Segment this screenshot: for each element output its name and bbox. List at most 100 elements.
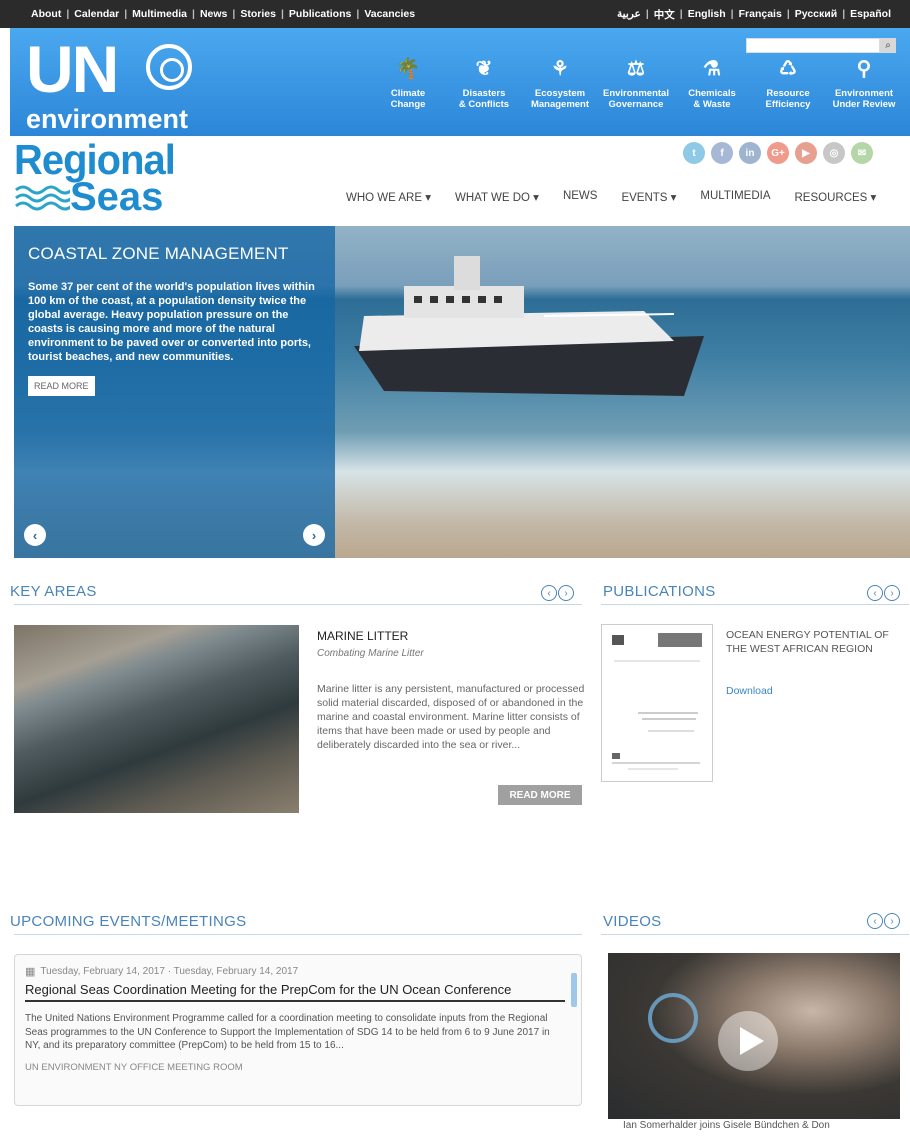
theme-disasters-conflicts[interactable]: ❦ Disasters & Conflicts (446, 56, 522, 110)
marine-litter-image[interactable] (14, 625, 299, 813)
key-areas-prev-icon[interactable]: ‹ (541, 585, 557, 601)
search-input[interactable] (746, 38, 880, 53)
event-scrollbar[interactable] (571, 973, 577, 1007)
hero-ship-image (354, 256, 704, 396)
theme-label: Chemicals (688, 88, 736, 99)
theme-label: Environment (834, 88, 894, 99)
publications-prev-icon[interactable]: ‹ (867, 585, 883, 601)
theme-chemicals-waste[interactable]: ⚗ Chemicals & Waste (674, 56, 750, 110)
hands-icon: ❦ (475, 58, 493, 80)
site-search: ⌕ (746, 38, 896, 53)
video-thumbnail[interactable] (608, 953, 900, 1119)
lang-arabic[interactable]: عربية (612, 8, 646, 20)
theme-resource-efficiency[interactable]: ♺ Resource Efficiency (750, 56, 826, 110)
hero-slider: COASTAL ZONE MANAGEMENT Some 37 per cent… (14, 226, 910, 558)
nav-multimedia[interactable]: MULTIMEDIA (700, 190, 770, 204)
theme-environmental-governance[interactable]: ⚖ Environmental Governance (598, 56, 674, 110)
theme-label: Resource (766, 88, 810, 99)
main-nav: WHO WE ARE ▾ WHAT WE DO ▾ NEWS EVENTS ▾ … (346, 190, 900, 204)
un-emblem-icon (648, 993, 698, 1043)
lang-english[interactable]: English (683, 8, 731, 20)
publication-download-link[interactable]: Download (726, 685, 773, 697)
videos-prev-icon[interactable]: ‹ (867, 913, 883, 929)
google-plus-icon[interactable]: G+ (767, 142, 789, 164)
event-date-text: Tuesday, February 14, 2017 · Tuesday, Fe… (40, 966, 299, 977)
social-links: t f in G+ ▶ ◎ ✉ (683, 142, 873, 164)
key-areas-heading: KEY AREAS (10, 583, 97, 600)
theme-label: & Waste (693, 99, 731, 110)
theme-label: Environmental (603, 88, 669, 99)
theme-label: Climate (390, 88, 426, 99)
event-location: UN ENVIRONMENT NY OFFICE MEETING ROOM (25, 1061, 243, 1073)
nav-events[interactable]: EVENTS ▾ (621, 190, 676, 204)
key-area-text: Marine litter is any persistent, manufac… (317, 683, 585, 751)
youtube-icon[interactable]: ▶ (795, 142, 817, 164)
lang-chinese[interactable]: 中文 (649, 7, 680, 22)
publications-next-icon[interactable]: › (884, 585, 900, 601)
top-nav-vacancies[interactable]: Vacancies (359, 8, 420, 20)
instagram-icon[interactable]: ◎ (823, 142, 845, 164)
top-nav-publications[interactable]: Publications (284, 8, 356, 20)
video-caption[interactable]: Ian Somerhalder joins Gisele Bündchen & … (623, 1120, 830, 1131)
top-nav-calendar[interactable]: Calendar (69, 8, 124, 20)
hero-read-more-button[interactable]: READ MORE (28, 376, 95, 396)
top-nav-about[interactable]: About (26, 8, 66, 20)
hero-text: Some 37 per cent of the world's populati… (28, 281, 315, 363)
publication-title[interactable]: OCEAN ENERGY POTENTIAL OF THE WEST AFRIC… (726, 628, 896, 656)
event-title[interactable]: Regional Seas Coordination Meeting for t… (25, 981, 565, 1002)
lang-russian[interactable]: Русский (790, 8, 842, 20)
theme-label: Ecosystem (534, 88, 586, 99)
top-nav: About | Calendar | Multimedia | News | Stori… (26, 8, 420, 20)
top-nav-stories[interactable]: Stories (235, 8, 281, 20)
hero-prev-arrow-icon[interactable]: ‹ (24, 524, 46, 546)
divider (14, 934, 582, 935)
nav-news[interactable]: NEWS (563, 190, 598, 204)
publication-cover-graphic (612, 633, 702, 770)
event-date: ▦ Tuesday, February 14, 2017 · Tuesday, … (25, 965, 571, 978)
theme-label: Disasters (462, 88, 506, 99)
palm-tree-icon: 🌴 (395, 58, 421, 80)
events-heading: UPCOMING EVENTS/MEETINGS (10, 913, 247, 930)
logo-regional-text: Regional (14, 136, 176, 183)
un-emblem-icon (146, 44, 192, 90)
event-card: ▦ Tuesday, February 14, 2017 · Tuesday, … (14, 954, 582, 1106)
twitter-icon[interactable]: t (683, 142, 705, 164)
waves-icon (15, 185, 70, 211)
theme-label: Governance (608, 99, 664, 110)
lang-french[interactable]: Français (734, 8, 787, 20)
regional-seas-logo[interactable]: Regional Seas (14, 136, 184, 218)
hero-next-arrow-icon[interactable]: › (303, 524, 325, 546)
theme-climate-change[interactable]: 🌴 Climate Change (370, 56, 446, 110)
un-environment-banner: UN environment ⌕ 🌴 Climate Change ❦ Disa… (10, 28, 910, 136)
publications-heading: PUBLICATIONS (603, 583, 716, 600)
play-icon[interactable] (718, 1011, 778, 1071)
hero-title: COASTAL ZONE MANAGEMENT (28, 244, 289, 263)
theme-environment-under-review[interactable]: ⚲ Environment Under Review (826, 56, 902, 110)
facebook-icon[interactable]: f (711, 142, 733, 164)
videos-next-icon[interactable]: › (884, 913, 900, 929)
language-nav: عربية | 中文 | English | Français | Русский | E… (612, 7, 896, 22)
magnifier-chart-icon: ⚲ (856, 58, 872, 80)
linkedin-icon[interactable]: in (739, 142, 761, 164)
key-area-title[interactable]: MARINE LITTER (317, 629, 408, 643)
divider (601, 604, 909, 605)
lang-spanish[interactable]: Español (845, 8, 896, 20)
hero-caption-panel: COASTAL ZONE MANAGEMENT Some 37 per cent… (14, 226, 335, 558)
publication-cover-image[interactable] (601, 624, 713, 782)
search-icon[interactable]: ⌕ (880, 38, 896, 53)
nav-resources[interactable]: RESOURCES ▾ (795, 190, 877, 204)
key-areas-next-icon[interactable]: › (558, 585, 574, 601)
top-nav-multimedia[interactable]: Multimedia (127, 8, 192, 20)
theme-label: Management (530, 99, 590, 110)
nav-who-we-are[interactable]: WHO WE ARE ▾ (346, 190, 431, 204)
briefcase-icon: ⚖ (627, 58, 645, 80)
wechat-icon[interactable]: ✉ (851, 142, 873, 164)
top-nav-news[interactable]: News (195, 8, 232, 20)
key-area-read-more-button[interactable]: READ MORE (498, 785, 582, 805)
videos-heading: VIDEOS (603, 913, 662, 930)
nav-what-we-do[interactable]: WHAT WE DO ▾ (455, 190, 539, 204)
theme-ecosystem-management[interactable]: ⚘ Ecosystem Management (522, 56, 598, 110)
theme-nav: 🌴 Climate Change ❦ Disasters & Conflicts… (370, 56, 902, 110)
calendar-icon: ▦ (25, 966, 36, 978)
divider (14, 604, 582, 605)
